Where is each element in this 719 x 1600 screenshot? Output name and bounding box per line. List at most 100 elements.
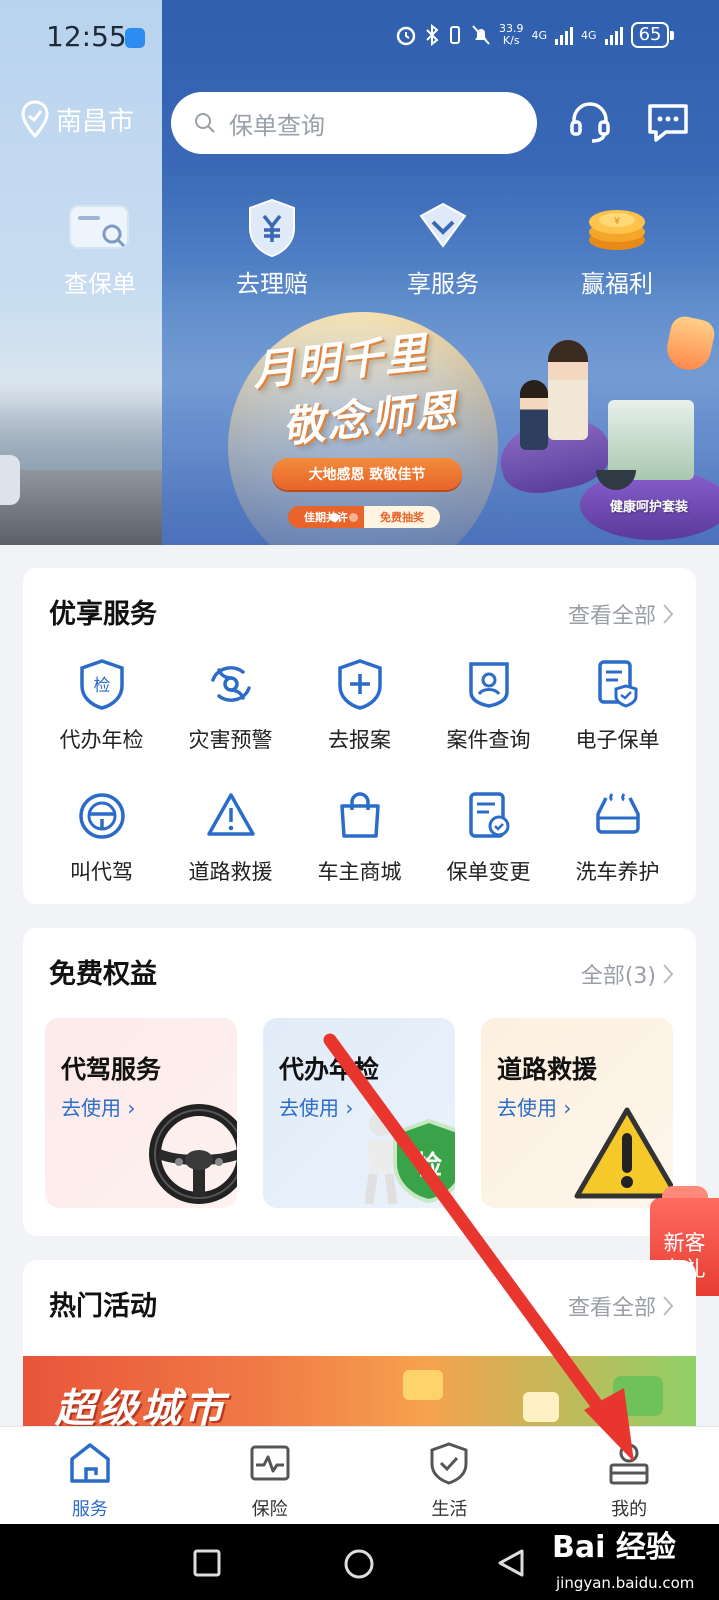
svg-text:检: 检 bbox=[93, 676, 110, 696]
carousel-dots bbox=[330, 513, 358, 522]
activity-building-image bbox=[613, 1376, 663, 1416]
banner-campaign-pill[interactable]: 大地感恩 致敬佳节 bbox=[272, 458, 462, 490]
network-speed: 33.9 K/s bbox=[499, 22, 524, 47]
alarm-icon bbox=[396, 26, 416, 46]
benefit-card-inspection[interactable]: 代办年检 去使用 › 检 bbox=[263, 1018, 455, 1208]
benefit-card-rescue[interactable]: 道路救援 去使用 › bbox=[481, 1018, 673, 1208]
tab-service[interactable]: 服务 bbox=[0, 1427, 180, 1524]
service-item-report[interactable]: 去报案 bbox=[295, 658, 424, 754]
chevron-right-icon bbox=[663, 1296, 674, 1316]
activity-building-image bbox=[403, 1370, 443, 1400]
gift-label: 健康呵护套装 bbox=[610, 500, 689, 515]
quick-action-label: 去理赔 bbox=[236, 270, 308, 298]
e-policy-icon bbox=[597, 660, 637, 708]
message-icon[interactable] bbox=[644, 98, 692, 146]
warning-triangle-icon bbox=[206, 793, 255, 836]
benefit-use-link[interactable]: 去使用 › bbox=[497, 1092, 571, 1121]
benefit-card-driver[interactable]: 代驾服务 去使用 › bbox=[45, 1018, 237, 1208]
services-grid: 检 代办年检 灾害预警 去报案 案件查询 电子保单 叫代驾 道路救援 车主商城 … bbox=[37, 658, 682, 886]
svg-text:检: 检 bbox=[416, 1150, 442, 1181]
service-item-inspection[interactable]: 检 代办年检 bbox=[37, 658, 166, 754]
activity-banner[interactable]: 超级城市 bbox=[23, 1356, 696, 1426]
location-selector[interactable]: 南昌市 bbox=[20, 100, 134, 138]
profile-icon bbox=[609, 1443, 649, 1485]
bottom-tab-bar: 服务 保险 生活 我的 bbox=[0, 1426, 719, 1524]
inspection-badge-icon: 检 bbox=[79, 659, 124, 710]
quick-action-policy[interactable]: 查保单 bbox=[35, 198, 165, 299]
app-notification-icon bbox=[125, 28, 145, 48]
inspection-shield-image: 检 bbox=[393, 1118, 455, 1204]
quick-action-claim[interactable]: 去理赔 bbox=[207, 198, 337, 299]
chevron-right-icon bbox=[663, 604, 674, 624]
activities-view-all[interactable]: 查看全部 bbox=[568, 1290, 674, 1322]
recents-button[interactable] bbox=[192, 1548, 222, 1578]
car-wash-icon bbox=[595, 793, 640, 834]
tab-life[interactable]: 生活 bbox=[360, 1427, 540, 1524]
activity-banner-text: 超级城市 bbox=[55, 1385, 227, 1426]
benefits-card: 免费权益 全部(3) 代驾服务 去使用 › 代办年检 去使用 › 检 道路救援 … bbox=[23, 928, 696, 1236]
status-icons: 33.9 K/s 4G 4G 65 bbox=[395, 22, 675, 48]
claim-yuan-icon bbox=[249, 198, 295, 258]
service-shield-icon bbox=[419, 202, 467, 248]
shopping-bag-icon bbox=[339, 792, 380, 838]
activity-building-image bbox=[523, 1392, 559, 1422]
benefit-use-link[interactable]: 去使用 › bbox=[279, 1092, 353, 1121]
life-shield-icon bbox=[430, 1442, 468, 1485]
service-item-carwash[interactable]: 洗车养护 bbox=[553, 790, 682, 886]
policy-search-icon bbox=[69, 205, 129, 249]
steering-wheel-icon bbox=[78, 793, 125, 839]
net-label-2: 4G bbox=[581, 28, 597, 42]
service-item-epolicy[interactable]: 电子保单 bbox=[553, 658, 682, 754]
headset-icon[interactable] bbox=[566, 98, 614, 146]
status-time: 12:55 bbox=[46, 20, 127, 53]
service-item-rescue[interactable]: 道路救援 bbox=[166, 790, 295, 886]
service-item-change[interactable]: 保单变更 bbox=[424, 790, 553, 886]
service-item-disaster[interactable]: 灾害预警 bbox=[166, 658, 295, 754]
banner-tag-right[interactable]: 免费抽奖 bbox=[364, 506, 440, 528]
chevron-right-icon bbox=[663, 964, 674, 984]
home-service-icon bbox=[70, 1443, 110, 1483]
watermark-brand: Bai 经验 bbox=[552, 1530, 676, 1565]
services-view-all[interactable]: 查看全部 bbox=[568, 598, 674, 630]
signal-icon-1 bbox=[555, 25, 574, 45]
vibrate-icon bbox=[450, 26, 460, 44]
insurance-pulse-icon bbox=[250, 1445, 290, 1481]
typhoon-icon bbox=[210, 666, 251, 702]
service-item-case[interactable]: 案件查询 bbox=[424, 658, 553, 754]
tab-insurance[interactable]: 保险 bbox=[180, 1427, 360, 1524]
benefits-title: 免费权益 bbox=[49, 959, 157, 990]
steering-wheel-image bbox=[149, 1104, 237, 1204]
activities-title: 热门活动 bbox=[49, 1291, 157, 1322]
activities-card: 热门活动 查看全部 超级城市 bbox=[23, 1260, 696, 1426]
header-banner: 月明千里 敬念师恩 大地感恩 致敬佳节 佳期共许 免费抽奖 健康呵护套装 12:… bbox=[0, 0, 719, 545]
report-shield-icon bbox=[337, 659, 382, 710]
tab-mine[interactable]: 我的 bbox=[539, 1427, 719, 1524]
quick-action-label: 查保单 bbox=[64, 270, 136, 298]
service-item-driver[interactable]: 叫代驾 bbox=[37, 790, 166, 886]
service-item-mall[interactable]: 车主商城 bbox=[295, 790, 424, 886]
benefit-use-link[interactable]: 去使用 › bbox=[61, 1092, 135, 1121]
bluetooth-icon bbox=[426, 24, 439, 46]
status-bar: 12:55 33.9 K/s 4G 4G 65 bbox=[0, 0, 719, 75]
warning-sign-image bbox=[574, 1107, 673, 1199]
mute-bell-icon bbox=[472, 25, 490, 45]
location-pin-icon bbox=[21, 100, 49, 138]
coins-icon: ¥ bbox=[589, 210, 645, 250]
quick-action-welfare[interactable]: ¥ 赢福利 bbox=[552, 198, 682, 299]
services-title: 优享服务 bbox=[49, 599, 157, 630]
quick-action-label: 赢福利 bbox=[581, 270, 653, 298]
services-card: 优享服务 查看全部 检 代办年检 灾害预警 去报案 案件查询 电子保单 叫代驾 bbox=[23, 568, 696, 904]
gift-bag-icon bbox=[608, 400, 694, 480]
search-icon bbox=[195, 113, 215, 133]
search-input[interactable]: 保单查询 bbox=[171, 92, 537, 154]
benefits-view-all[interactable]: 全部(3) bbox=[581, 958, 674, 990]
signal-icon-2 bbox=[604, 25, 623, 45]
home-button[interactable] bbox=[343, 1548, 375, 1580]
car-image bbox=[0, 455, 20, 505]
quick-action-service[interactable]: 享服务 bbox=[378, 198, 508, 299]
city-skyline bbox=[0, 400, 162, 480]
net-label-1: 4G bbox=[531, 28, 548, 42]
back-button[interactable] bbox=[496, 1548, 526, 1578]
search-placeholder: 保单查询 bbox=[229, 111, 325, 140]
teacher-figure bbox=[548, 340, 588, 440]
